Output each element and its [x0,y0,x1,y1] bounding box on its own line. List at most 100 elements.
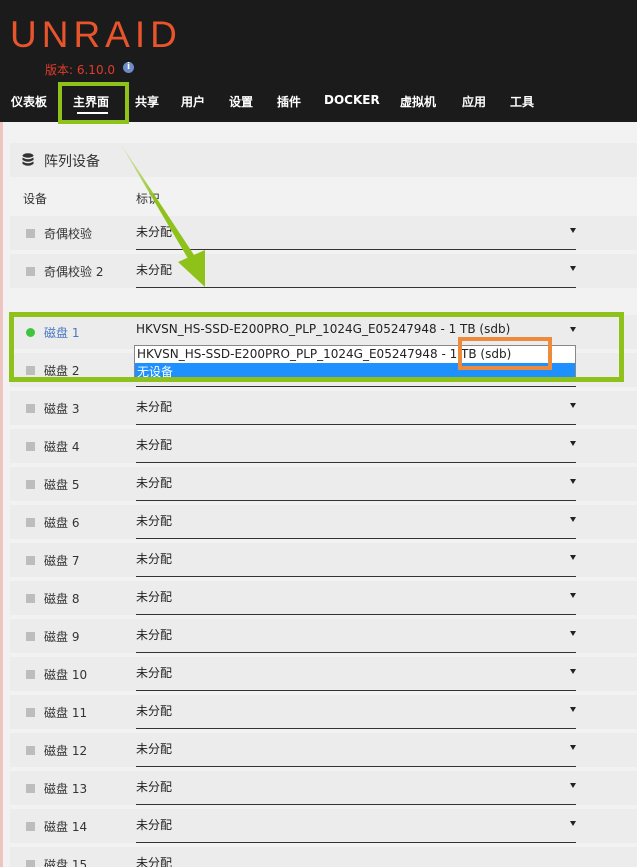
device-name: 磁盘 4 [44,440,80,454]
device-select[interactable]: 未分配 [136,771,576,805]
nav-apps[interactable]: 应用 [462,93,486,110]
disk-row: 磁盘 12 未分配 [10,733,637,767]
nav-users[interactable]: 用户 [181,93,205,110]
device-select[interactable]: 未分配 [136,847,576,867]
device-name: 磁盘 14 [44,820,88,834]
database-icon [22,153,34,166]
chevron-down-icon [570,631,576,636]
left-edge-strip [0,122,3,867]
device-select[interactable]: 未分配 [136,619,576,653]
device-name: 磁盘 3 [44,402,80,416]
device-select-value: 未分配 [136,263,173,277]
disk-row: 磁盘 11 未分配 [10,695,637,729]
chevron-down-icon [570,669,576,674]
chevron-down-icon [570,593,576,598]
status-dot [26,822,35,831]
status-dot [26,784,35,793]
disk-row: 磁盘 5 未分配 [10,467,637,501]
device-select[interactable]: 未分配 [136,809,576,843]
status-dot [26,556,35,565]
status-dot [26,860,35,867]
highlight-box-size [458,337,552,370]
device-select-value: 未分配 [136,818,173,832]
chevron-down-icon [570,228,576,233]
device-name: 磁盘 9 [44,630,80,644]
device-name: 磁盘 10 [44,668,88,682]
version-label: 版本: 6.10.0 [45,63,116,77]
status-dot [26,267,35,276]
disk-row: 磁盘 6 未分配 [10,505,637,539]
device-name: 磁盘 6 [44,516,80,530]
status-dot [26,594,35,603]
device-select-value: 未分配 [136,856,173,867]
disk-row: 磁盘 15 未分配 [10,847,637,867]
device-select-value: 未分配 [136,476,173,490]
unraid-logo[interactable]: UNRAID [10,14,182,56]
nav-dashboard[interactable]: 仪表板 [11,93,47,110]
device-name: 磁盘 12 [44,744,88,758]
device-select[interactable]: 未分配 [136,254,576,288]
nav-shares[interactable]: 共享 [135,93,159,110]
column-device: 设备 [23,192,48,206]
chevron-down-icon [570,517,576,522]
parity2-row: 奇偶校验 2 未分配 [10,254,637,288]
device-select[interactable]: 未分配 [136,429,576,463]
status-dot [26,404,35,413]
status-dot [26,708,35,717]
nav-plugins[interactable]: 插件 [277,93,301,110]
device-select-value: 未分配 [136,514,173,528]
info-icon[interactable]: i [123,62,134,73]
device-select-value: 未分配 [136,666,173,680]
nav-vms[interactable]: 虚拟机 [400,93,436,110]
disk-row: 磁盘 3 未分配 [10,391,637,425]
device-name: 奇偶校验 [44,227,93,241]
chevron-down-icon [570,441,576,446]
disk-row: 磁盘 14 未分配 [10,809,637,843]
nav-docker[interactable]: DOCKER [324,93,380,107]
chevron-down-icon [570,266,576,271]
status-dot [26,442,35,451]
device-select[interactable]: 未分配 [136,391,576,425]
device-select-value: 未分配 [136,225,173,239]
disk-row: 磁盘 8 未分配 [10,581,637,615]
device-name: 磁盘 8 [44,592,80,606]
device-select[interactable]: 未分配 [136,581,576,615]
array-devices-title: 阵列设备 [44,154,100,170]
parity-row: 奇偶校验 未分配 [10,216,637,250]
chevron-down-icon [570,821,576,826]
device-select[interactable]: 未分配 [136,216,576,250]
status-dot [26,518,35,527]
device-select[interactable]: 未分配 [136,505,576,539]
chevron-down-icon [570,479,576,484]
device-select-value: 未分配 [136,628,173,642]
device-name: 磁盘 5 [44,478,80,492]
status-dot [26,746,35,755]
array-devices-header: 阵列设备 [10,143,637,177]
status-dot [26,480,35,489]
device-select[interactable]: 未分配 [136,733,576,767]
device-name: 磁盘 15 [44,858,88,867]
device-select-value: 未分配 [136,704,173,718]
device-select-value: 未分配 [136,780,173,794]
device-select[interactable]: 未分配 [136,543,576,577]
device-select-value: 未分配 [136,438,173,452]
device-select-value: 未分配 [136,742,173,756]
device-name: 磁盘 7 [44,554,80,568]
device-name: 磁盘 13 [44,782,88,796]
nav-tools[interactable]: 工具 [510,93,534,110]
device-select[interactable]: 未分配 [136,467,576,501]
device-select[interactable]: 未分配 [136,657,576,691]
column-identification: 标识 [136,192,161,206]
device-select[interactable]: 未分配 [136,695,576,729]
chevron-down-icon [570,783,576,788]
disk-row: 磁盘 10 未分配 [10,657,637,691]
chevron-down-icon [570,555,576,560]
device-select-value: 未分配 [136,552,173,566]
device-name: 奇偶校验 2 [44,265,104,279]
device-name: 磁盘 11 [44,706,88,720]
nav-settings[interactable]: 设置 [229,93,253,110]
device-select-value: 未分配 [136,400,173,414]
chevron-down-icon [570,745,576,750]
disk-row: 磁盘 9 未分配 [10,619,637,653]
highlight-box-nav [58,82,129,124]
